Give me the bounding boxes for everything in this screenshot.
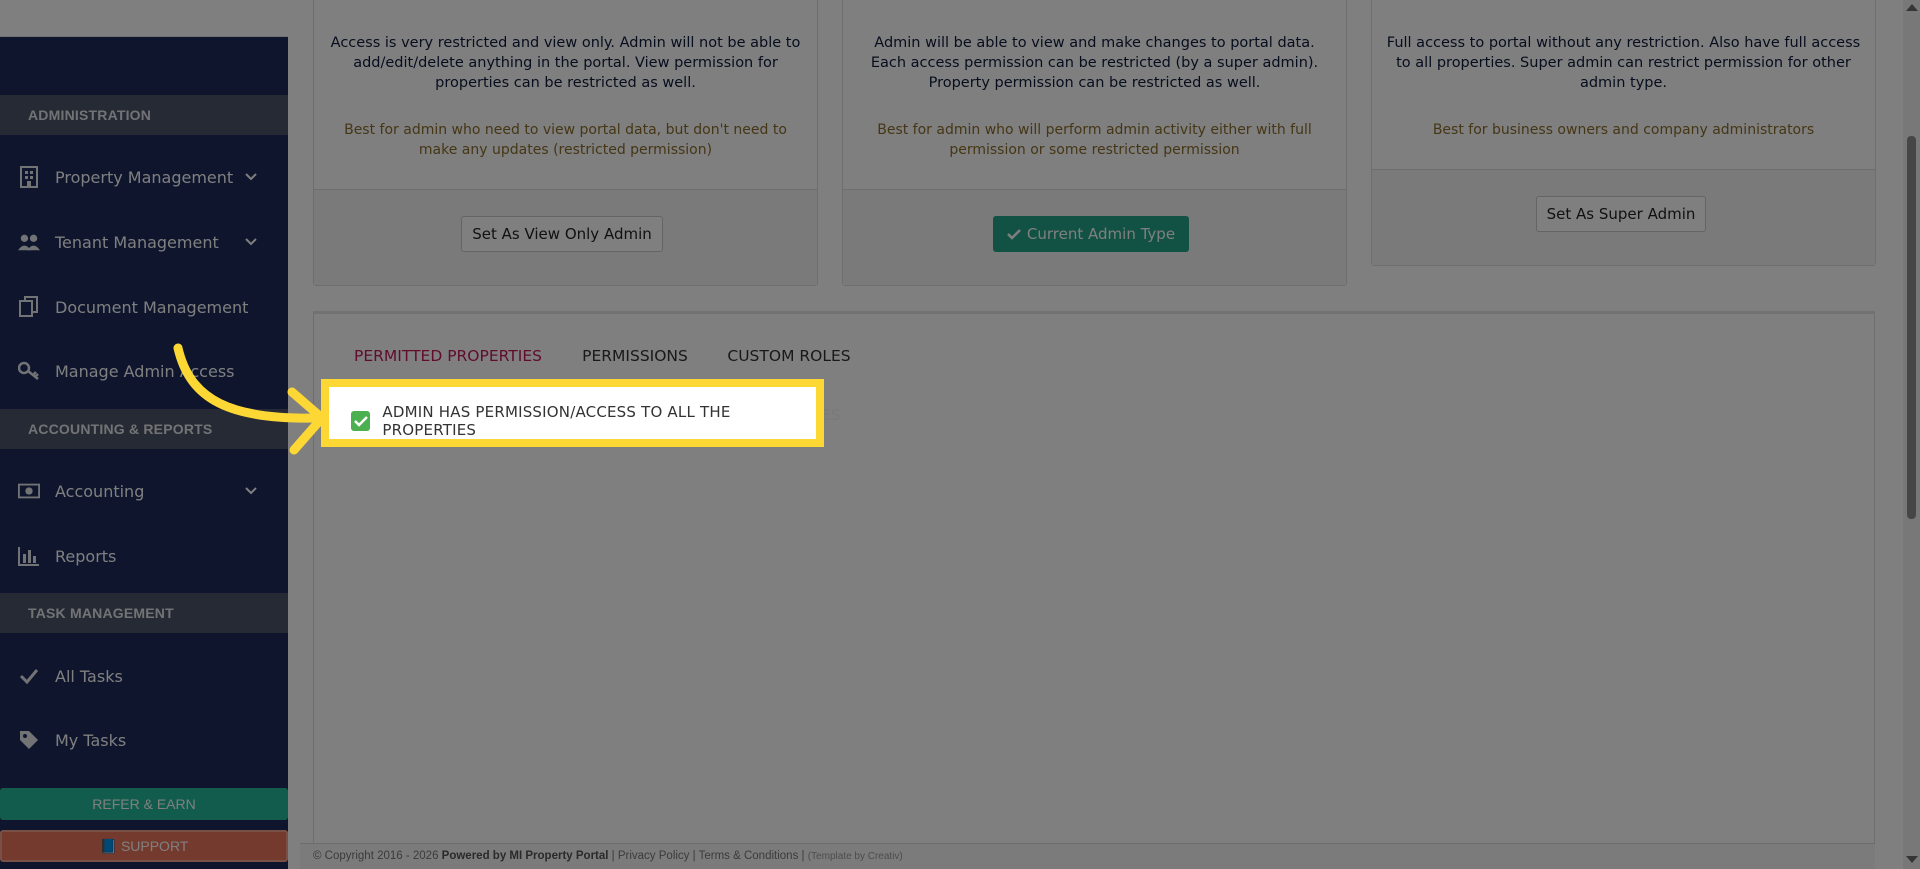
card-description: Admin will be able to view and make chan… [870,35,1319,91]
sidebar-item-label: All Tasks [55,666,123,686]
copyright-text: © Copyright 2016 - 2026 [313,850,439,862]
button-label: Set As View Only Admin [472,225,652,243]
sidebar-item-label: Property Management [55,167,234,187]
set-super-admin-button[interactable]: Set As Super Admin [1536,196,1706,232]
money-icon [18,480,40,502]
button-label: Set As Super Admin [1546,205,1696,223]
terms-link[interactable]: Terms & Conditions [699,850,799,862]
scroll-thumb[interactable] [1907,136,1916,519]
set-view-only-admin-button[interactable]: Set As View Only Admin [461,216,663,252]
page-footer: © Copyright 2016 - 2026 Powered by MI Pr… [300,843,1875,869]
refer-and-earn-button[interactable]: REFER & EARN [0,788,288,820]
chevron-down-icon [245,173,257,181]
card-footer: Set As View Only Admin [314,189,817,285]
building-icon [18,166,40,188]
powered-by-link[interactable]: Powered by MI Property Portal [442,850,609,862]
card-best-for: Best for admin who need to view portal d… [344,122,787,158]
card-footer: Set As Super Admin [1372,169,1875,265]
scroll-up-icon[interactable] [1906,4,1918,11]
card-best-for: Best for admin who will perform admin ac… [877,122,1312,158]
card-view-only-admin: Access is very restricted and view only.… [313,0,818,286]
tag-icon [18,729,40,751]
page-scrollbar[interactable] [1903,0,1920,869]
sidebar-item-document-management[interactable]: Document Management [0,279,288,335]
copy-icon [18,296,40,318]
sidebar-item-my-tasks[interactable]: My Tasks [0,712,288,768]
card-super-admin: Full access to portal without any restri… [1371,0,1876,266]
tab-label: PERMISSIONS [582,347,688,365]
card-admin: Admin will be able to view and make chan… [842,0,1347,286]
card-description: Access is very restricted and view only.… [330,35,801,91]
template-credit: (Template by Creativ) [807,851,903,862]
scroll-down-icon[interactable] [1906,856,1918,863]
sidebar-item-label: Accounting [55,481,145,501]
sidebar-item-label: Reports [55,546,117,566]
tab-label: CUSTOM ROLES [727,347,851,365]
section-administration: ADMINISTRATION [0,95,288,135]
book-icon: 📘 [99,838,118,854]
key-icon [18,360,40,382]
card-footer: Current Admin Type [843,189,1346,285]
sidebar-item-label: Document Management [55,297,249,317]
sidebar-item-accounting[interactable]: Accounting [0,463,288,519]
sidebar-item-reports[interactable]: Reports [0,528,288,584]
card-description: Full access to portal without any restri… [1386,35,1861,91]
sidebar-item-tenant-management[interactable]: Tenant Management [0,214,288,270]
button-label: Current Admin Type [1026,225,1176,243]
current-admin-type-button[interactable]: Current Admin Type [993,216,1189,252]
sidebar-item-label: Tenant Management [55,232,219,252]
chevron-down-icon [245,487,257,495]
sidebar-item-all-tasks[interactable]: All Tasks [0,648,288,704]
chevron-down-icon [245,238,257,246]
card-best-for: Best for business owners and company adm… [1432,122,1815,138]
tutorial-arrow-icon [173,343,327,455]
bar-chart-icon [18,545,40,567]
support-label: SUPPORT [120,838,189,854]
tab-label: PERMITTED PROPERTIES [354,347,542,365]
highlight-frame [321,379,824,447]
check-icon [18,665,40,687]
section-task-management: TASK MANAGEMENT [0,593,288,633]
sidebar-item-label: My Tasks [55,730,127,750]
check-icon [1007,229,1021,240]
privacy-policy-link[interactable]: Privacy Policy [618,850,690,862]
sidebar-item-property-management[interactable]: Property Management [0,149,288,205]
support-button[interactable]: 📘 SUPPORT [0,830,288,862]
sidebar-top-bar [0,0,288,37]
refer-and-earn-label: REFER & EARN [92,796,196,812]
users-icon [18,231,40,253]
